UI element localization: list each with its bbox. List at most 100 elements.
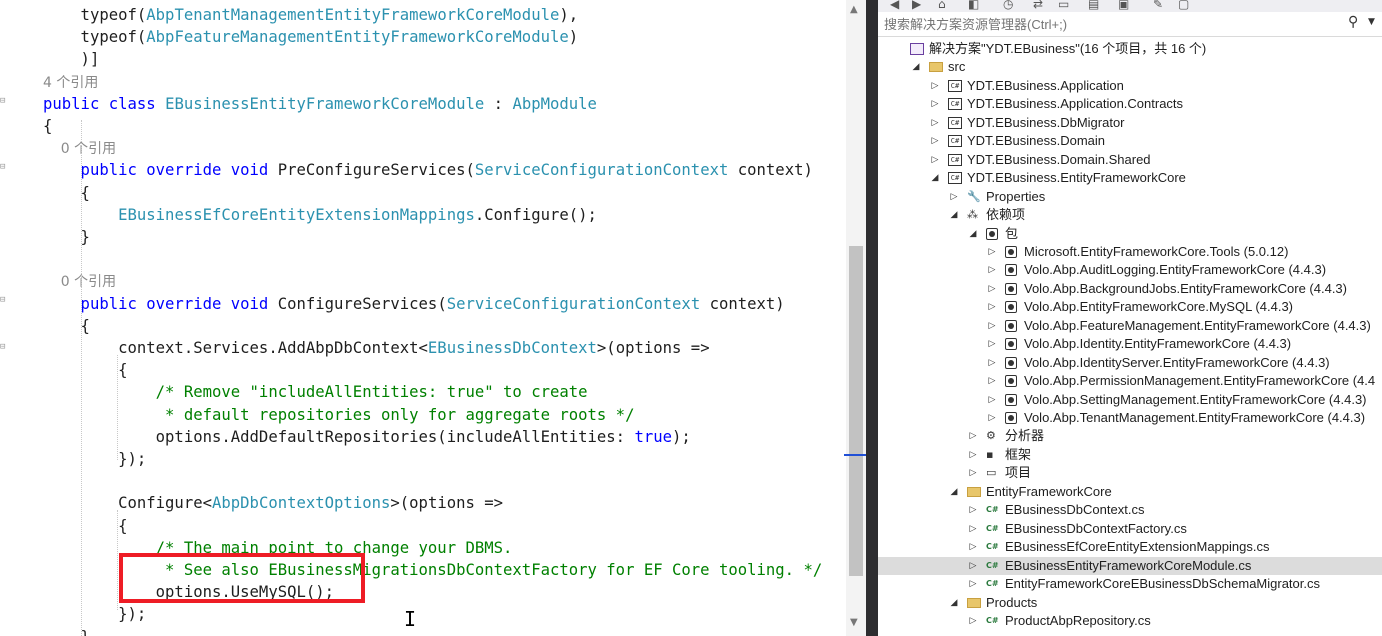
tree-item[interactable]: ▷ ⚙ 分析器 <box>878 427 1382 446</box>
expand-arrow-icon[interactable]: ◢ <box>949 594 959 613</box>
collapse-arrow-icon[interactable]: ▷ <box>930 114 940 133</box>
expand-arrow-icon[interactable]: ◢ <box>930 169 940 188</box>
tree-item[interactable]: ▷ Volo.Abp.FeatureManagement.EntityFramew… <box>878 317 1382 336</box>
collapse-arrow-icon[interactable]: ▷ <box>987 317 997 336</box>
code-line[interactable]: 0 个引用 <box>43 137 116 159</box>
tree-item[interactable]: ▷ C# EBusinessDbContextFactory.cs <box>878 520 1382 539</box>
code-line[interactable]: public class EBusinessEntityFrameworkCor… <box>43 93 597 115</box>
tree-item[interactable]: ▷ Microsoft.EntityFrameworkCore.Tools (5.… <box>878 243 1382 262</box>
code-line[interactable]: public override void ConfigureServices(S… <box>43 293 785 315</box>
collapse-arrow-icon[interactable]: ▷ <box>968 464 978 483</box>
code-line[interactable]: { <box>43 359 127 381</box>
tree-item[interactable]: ▷ C# ProductAbpRepository.cs <box>878 612 1382 631</box>
collapse-arrow-icon[interactable]: ▷ <box>930 77 940 96</box>
tree-item[interactable]: ▷ C# YDT.EBusiness.Application <box>878 77 1382 96</box>
search-icon[interactable]: ⚲ <box>1348 14 1358 30</box>
tree-item[interactable]: ◢ 包 <box>878 225 1382 244</box>
collapse-arrow-icon[interactable]: ▷ <box>968 575 978 594</box>
scroll-thumb[interactable] <box>849 246 863 576</box>
expand-arrow-icon[interactable]: ◢ <box>949 206 959 225</box>
tree-item[interactable]: ▷ Volo.Abp.SettingManagement.EntityFramew… <box>878 391 1382 410</box>
history-icon[interactable]: ◷ <box>1003 0 1013 11</box>
tree-item[interactable]: ▷ Volo.Abp.AuditLogging.EntityFrameworkCo… <box>878 261 1382 280</box>
search-input[interactable] <box>884 14 1324 34</box>
fold-collapse-icon[interactable]: ⊟ <box>0 163 8 172</box>
tree-item[interactable]: ▷ Volo.Abp.TenantManagement.EntityFramewo… <box>878 409 1382 428</box>
collapse-arrow-icon[interactable]: ▷ <box>987 391 997 410</box>
collapse-arrow-icon[interactable]: ▷ <box>987 298 997 317</box>
collapse-icon[interactable]: ▭ <box>1058 0 1069 11</box>
tree-item[interactable]: ◢ ⁂ 依赖项 <box>878 206 1382 225</box>
codelens-reference-count[interactable]: 4 个引用 <box>43 75 98 91</box>
scroll-down-arrow-icon[interactable]: ▼ <box>850 617 858 628</box>
collapse-arrow-icon[interactable]: ▷ <box>968 520 978 539</box>
expand-arrow-icon[interactable]: ◢ <box>911 58 921 77</box>
code-line[interactable]: typeof(AbpFeatureManagementEntityFramewo… <box>43 26 579 48</box>
code-line[interactable]: /* Remove "includeAllEntities: true" to … <box>43 381 588 403</box>
expand-arrow-icon[interactable]: ◢ <box>968 225 978 244</box>
code-line[interactable]: } <box>43 626 90 636</box>
codelens-reference-count[interactable]: 0 个引用 <box>43 274 116 290</box>
collapse-arrow-icon[interactable]: ▷ <box>968 538 978 557</box>
code-line[interactable]: 0 个引用 <box>43 270 116 292</box>
tree-item[interactable]: ▷ Volo.Abp.BackgroundJobs.EntityFramework… <box>878 280 1382 299</box>
fold-collapse-icon[interactable]: ⊟ <box>0 296 8 305</box>
tree-item[interactable]: ▷ C# EBusinessDbContext.cs <box>878 501 1382 520</box>
code-line[interactable]: { <box>43 315 90 337</box>
collapse-arrow-icon[interactable]: ▷ <box>930 132 940 151</box>
tree-item[interactable]: ▷ 🔧 Properties <box>878 188 1382 207</box>
collapse-arrow-icon[interactable]: ▷ <box>968 612 978 631</box>
search-options-dropdown-icon[interactable]: ▼ <box>1368 17 1375 27</box>
fold-collapse-icon[interactable]: ⊟ <box>0 343 8 352</box>
collapse-arrow-icon[interactable]: ▷ <box>968 427 978 446</box>
collapse-arrow-icon[interactable]: ▷ <box>968 501 978 520</box>
tree-item[interactable]: 解决方案"YDT.EBusiness"(16 个项目，共 16 个) <box>878 40 1382 59</box>
expand-arrow-icon[interactable]: ◢ <box>949 483 959 502</box>
search-box[interactable]: ⚲ ▼ <box>878 12 1382 37</box>
tree-item[interactable]: ◢ src <box>878 58 1382 77</box>
collapse-arrow-icon[interactable]: ▷ <box>930 151 940 170</box>
scroll-up-arrow-icon[interactable]: ▲ <box>850 4 858 15</box>
properties-icon[interactable]: ▣ <box>1118 0 1129 11</box>
code-line[interactable]: { <box>43 115 52 137</box>
tree-item[interactable]: ▷ C# EBusinessEfCoreEntityExtensionMapping… <box>878 538 1382 557</box>
collapse-arrow-icon[interactable]: ▷ <box>987 280 997 299</box>
tree-item[interactable]: ◢ Products <box>878 594 1382 613</box>
tree-item[interactable]: ◢ C# YDT.EBusiness.EntityFrameworkCore <box>878 169 1382 188</box>
tree-item[interactable]: ▷ ▪ 框架 <box>878 446 1382 465</box>
tree-item[interactable]: ◢ EntityFrameworkCore <box>878 483 1382 502</box>
tree-item[interactable]: ▷ C# YDT.EBusiness.DbMigrator <box>878 114 1382 133</box>
switch-view-icon[interactable]: ◧ <box>968 0 979 11</box>
code-line[interactable]: EBusinessEfCoreEntityExtensionMappings.C… <box>43 204 597 226</box>
collapse-arrow-icon[interactable]: ▷ <box>987 409 997 428</box>
code-line[interactable]: public override void PreConfigureService… <box>43 159 813 181</box>
tree-item[interactable]: ▷ C# EntityFrameworkCoreEBusinessDbSchemaM… <box>878 575 1382 594</box>
code-line[interactable]: Configure<AbpDbContextOptions>(options =… <box>43 492 503 514</box>
collapse-arrow-icon[interactable]: ▷ <box>968 557 978 576</box>
codelens-reference-count[interactable]: 0 个引用 <box>43 141 116 157</box>
collapse-arrow-icon[interactable]: ▷ <box>987 372 997 391</box>
tree-item[interactable]: ▷ C# YDT.EBusiness.Domain.Shared <box>878 151 1382 170</box>
tree-item[interactable]: ▷ C# EBusinessEntityFrameworkCoreModule.cs <box>878 556 1382 576</box>
forward-icon[interactable]: ▶ <box>912 0 921 11</box>
code-line[interactable]: context.Services.AddAbpDbContext<EBusine… <box>43 337 710 359</box>
code-line[interactable]: { <box>43 182 90 204</box>
fold-collapse-icon[interactable]: ⊟ <box>0 97 8 106</box>
code-line[interactable]: } <box>43 226 90 248</box>
collapse-arrow-icon[interactable]: ▷ <box>987 335 997 354</box>
code-line[interactable]: }); <box>43 603 146 625</box>
sync-icon[interactable]: ⇄ <box>1033 0 1043 11</box>
code-line[interactable]: )] <box>43 48 100 70</box>
pane-splitter[interactable] <box>866 0 878 636</box>
tree-item[interactable]: ▷ Volo.Abp.IdentityServer.EntityFramework… <box>878 354 1382 373</box>
editor-vertical-scrollbar[interactable]: ▲ ▼ <box>844 0 868 636</box>
collapse-arrow-icon[interactable]: ▷ <box>949 188 959 207</box>
code-line[interactable]: }); <box>43 448 146 470</box>
files-icon[interactable]: ▤ <box>1088 0 1099 11</box>
tree-item[interactable]: ▷ Volo.Abp.Identity.EntityFrameworkCore (… <box>878 335 1382 354</box>
back-icon[interactable]: ◀ <box>890 0 899 11</box>
code-line[interactable]: 4 个引用 <box>43 71 98 93</box>
tree-item[interactable]: ▷ Volo.Abp.EntityFrameworkCore.MySQL (4.4… <box>878 298 1382 317</box>
sticky-note-icon[interactable]: ▢ <box>1178 0 1189 11</box>
tree-item[interactable]: ▷ C# YDT.EBusiness.Application.Contracts <box>878 95 1382 114</box>
